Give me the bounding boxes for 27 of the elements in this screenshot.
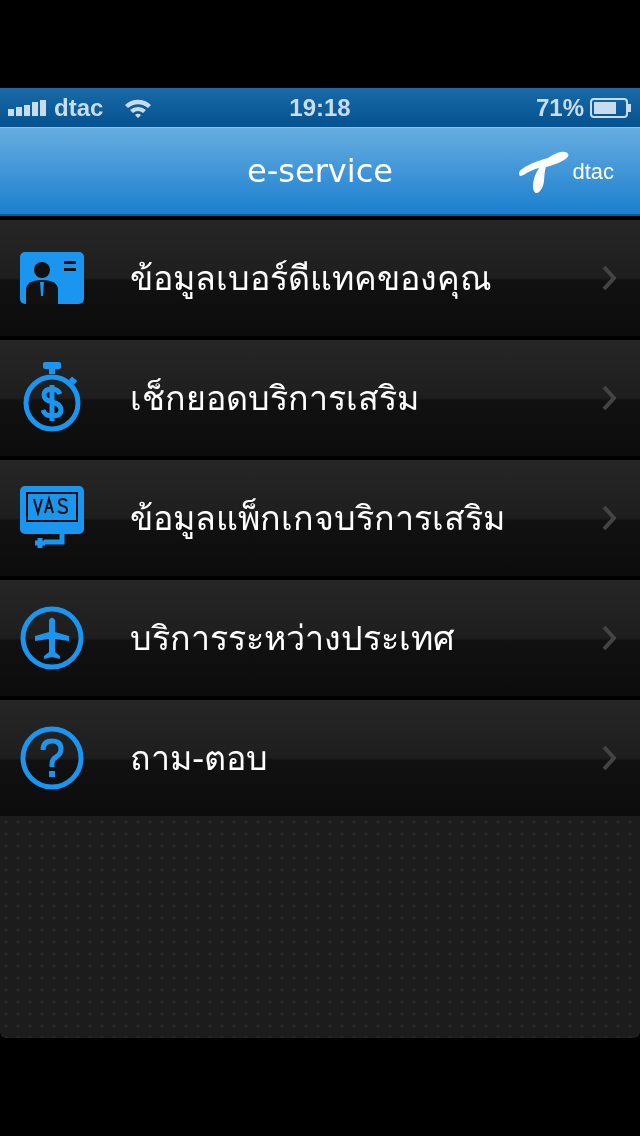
menu-item[interactable]: ข้อมูลแพ็กเกจบริการเสริม xyxy=(0,460,640,576)
clock-time: 19:18 xyxy=(289,93,351,122)
carrier-name: dtac xyxy=(54,93,104,122)
menu-item[interactable]: เช็กยอดบริการเสริม xyxy=(0,340,640,456)
question-icon xyxy=(20,726,84,790)
menu-label: เช็กยอดบริการเสริม xyxy=(130,377,420,420)
person-card-icon xyxy=(20,252,84,304)
stopwatch-dollar-icon xyxy=(23,362,81,432)
signal-icon xyxy=(8,99,48,116)
menu-label: ข้อมูลเบอร์ดีแทคของคุณ xyxy=(130,257,493,301)
menu-label: ถาม-ตอบ xyxy=(130,737,270,780)
menu-item[interactable]: ข้อมูลเบอร์ดีแทคของคุณ xyxy=(0,220,640,336)
menu-item[interactable]: บริการระหว่างประเทศ xyxy=(0,580,640,696)
chevron-icon xyxy=(602,385,616,411)
logo-text: dtac xyxy=(572,159,614,185)
menu-item[interactable]: ถาม-ตอบ xyxy=(0,700,640,816)
menu-label: บริการระหว่างประเทศ xyxy=(130,617,456,660)
battery-percent: 71% xyxy=(535,93,584,122)
monitor-icon xyxy=(20,486,84,550)
battery-icon xyxy=(590,97,632,118)
chevron-icon xyxy=(602,505,616,531)
airplane-icon xyxy=(20,606,84,670)
chevron-icon xyxy=(602,745,616,771)
screen-title: e-service xyxy=(247,152,393,190)
chevron-icon xyxy=(602,265,616,291)
menu-label: ข้อมูลแพ็กเกจบริการเสริม xyxy=(130,497,506,541)
chevron-icon xyxy=(602,625,616,651)
